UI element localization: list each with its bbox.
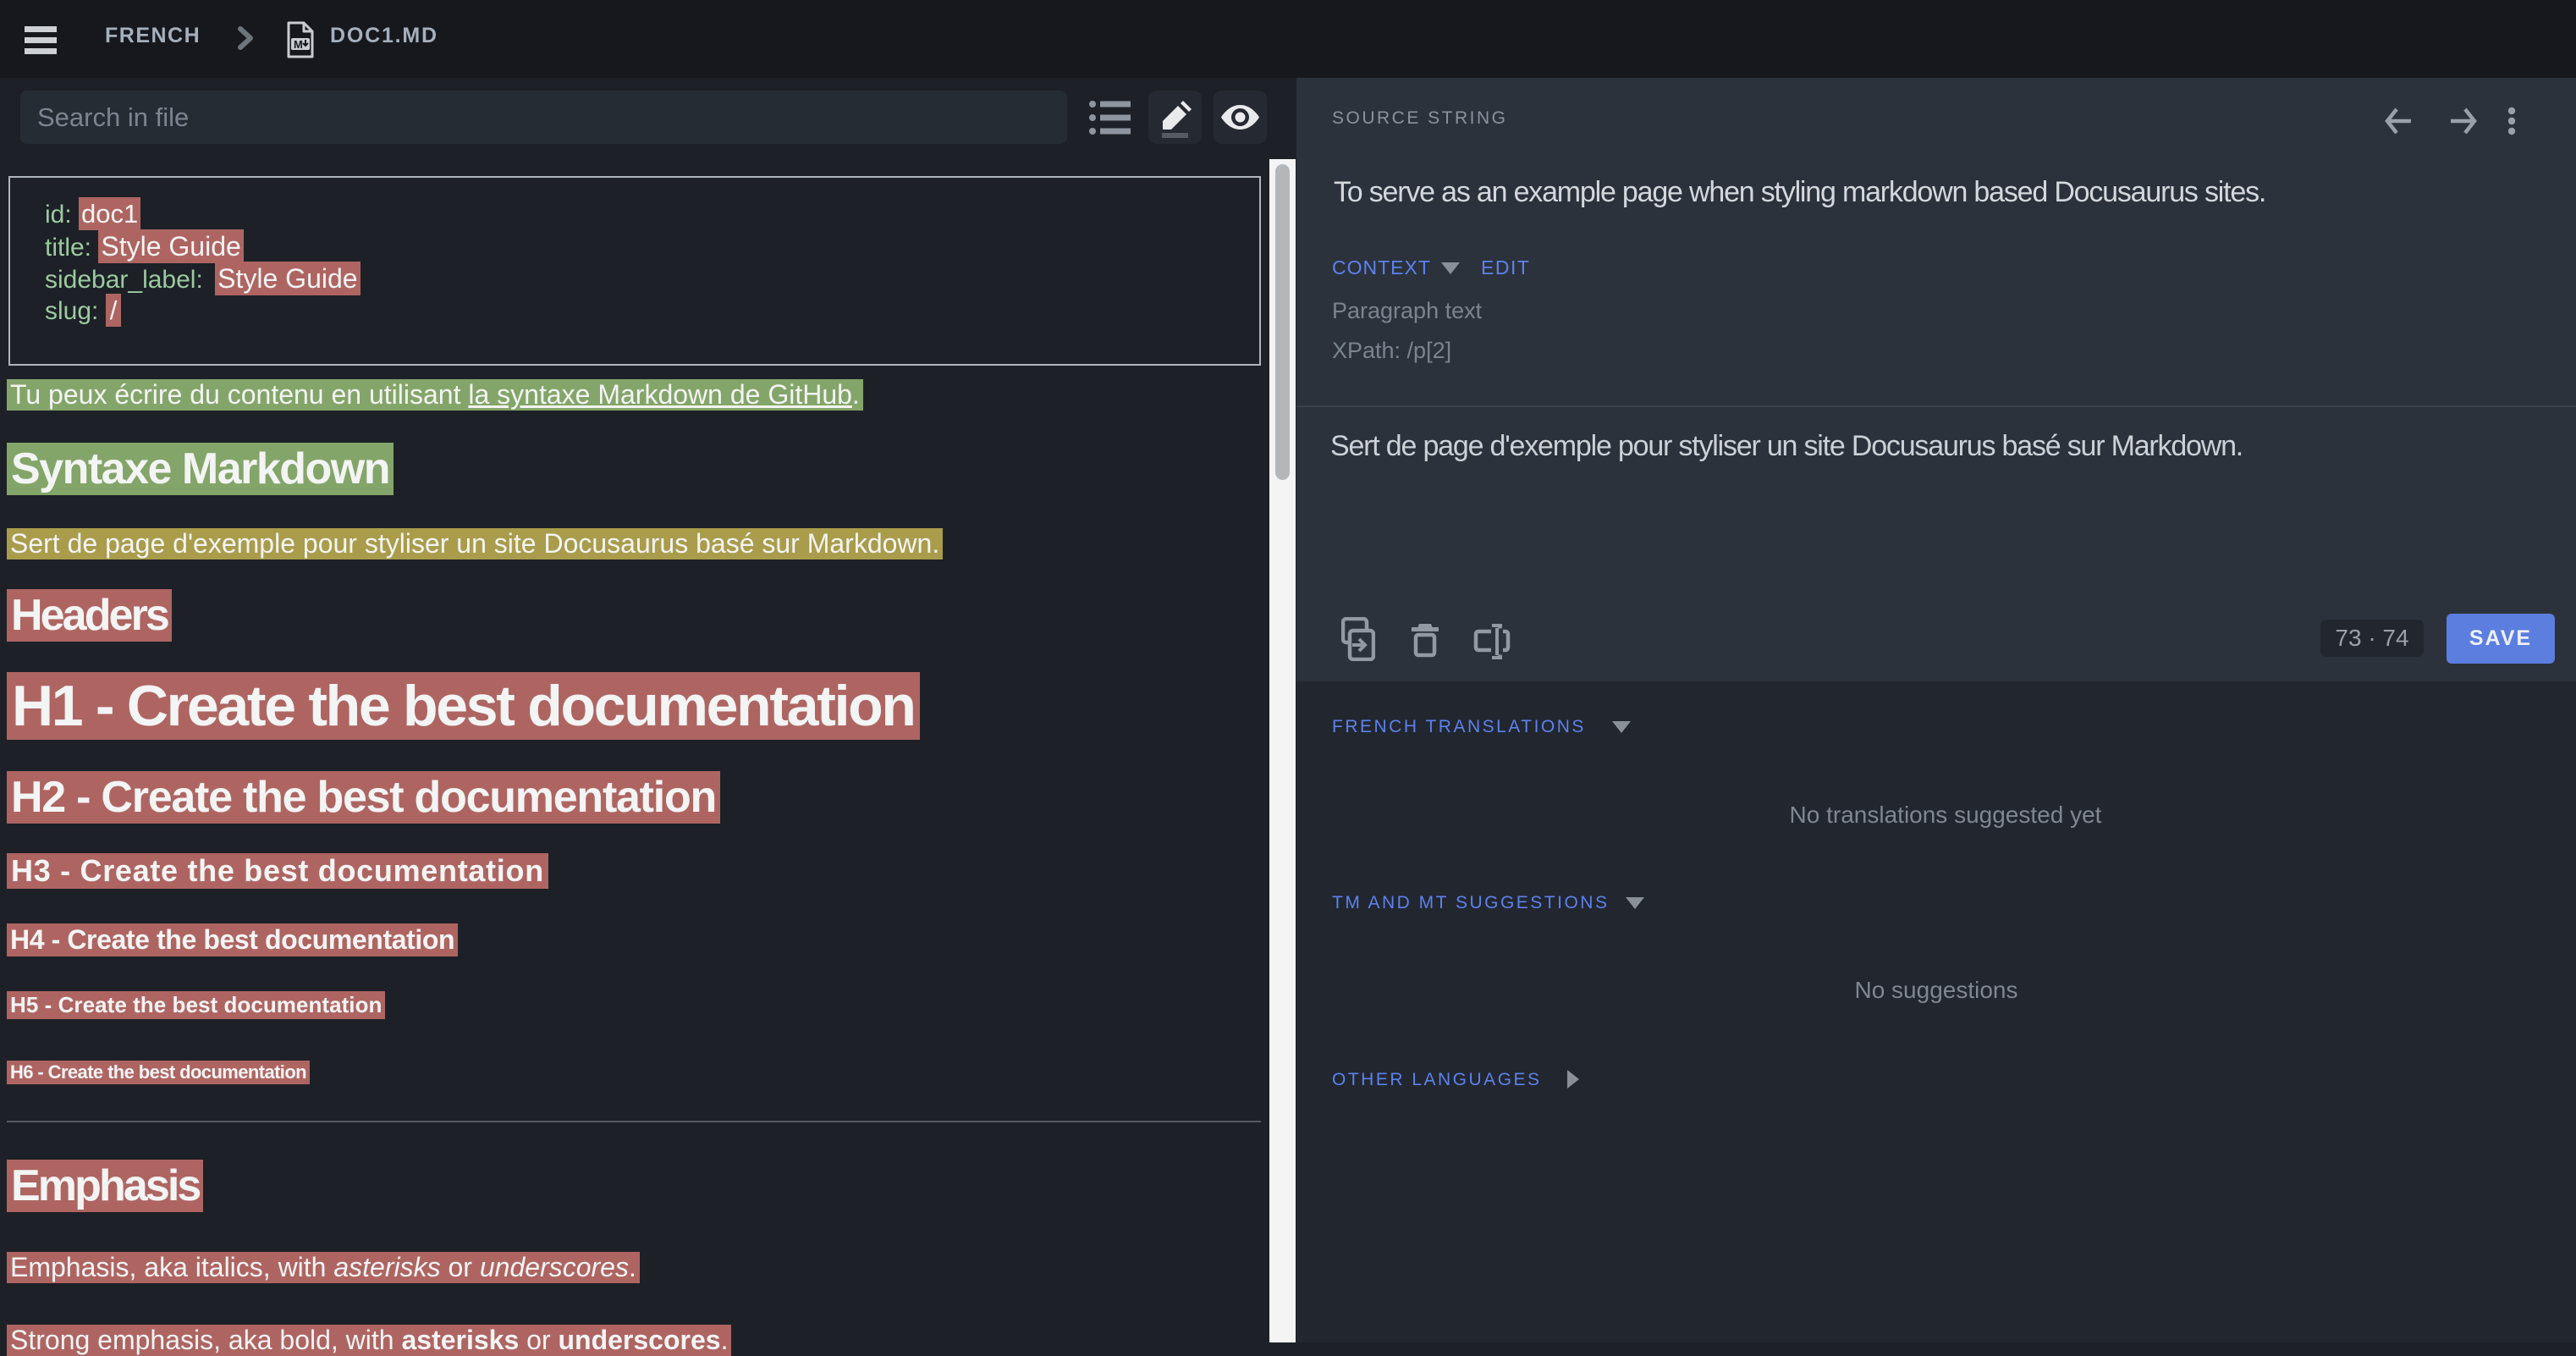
svg-text:M: M bbox=[294, 38, 303, 51]
